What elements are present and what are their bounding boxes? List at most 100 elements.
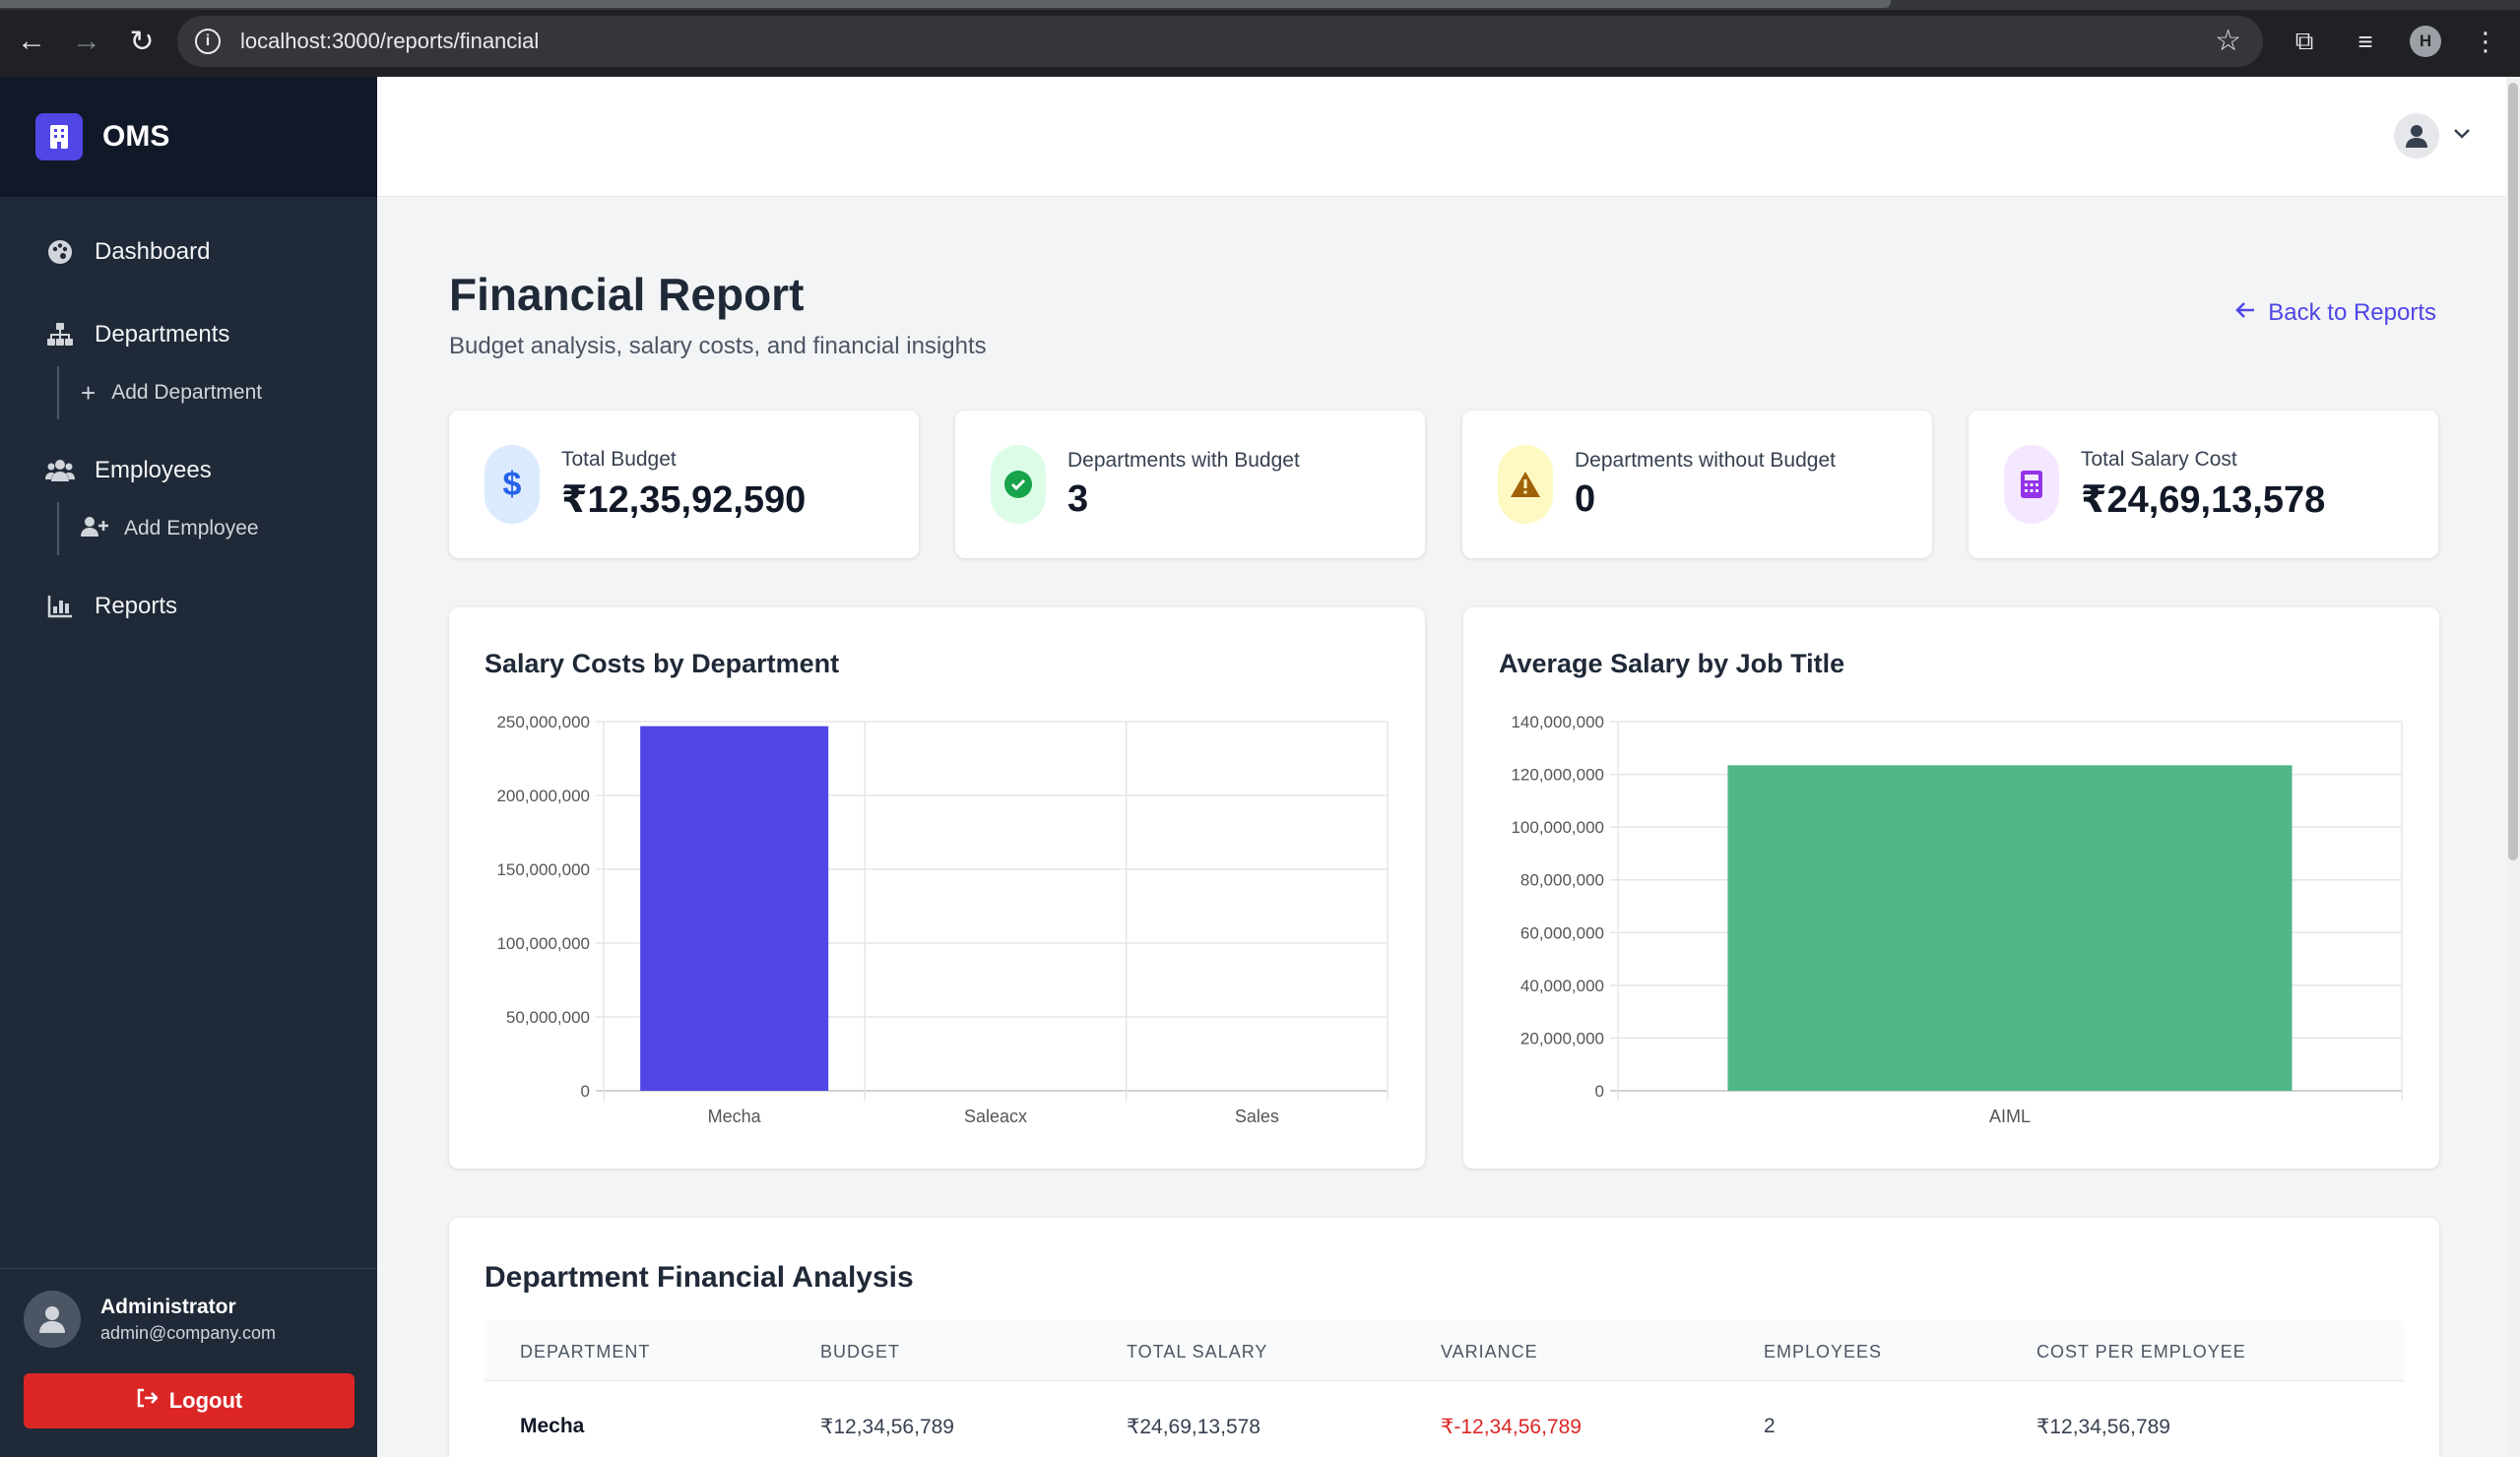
stat-label: Departments with Budget [1067, 448, 1300, 472]
arrow-left-icon [2234, 299, 2256, 327]
stat-label: Departments without Budget [1575, 448, 1836, 472]
stat-card-departments-without-budget: Departments without Budget 0 [1462, 411, 1932, 558]
sidebar-item-add-employee[interactable]: Add Employee [81, 514, 259, 544]
y-tick-label: 250,000,000 [496, 713, 590, 731]
departments-submenu: + Add Department [57, 366, 377, 419]
calculator-icon [2004, 445, 2059, 524]
browser-chrome: ← → ↻ i localhost:3000/reports/financial… [0, 0, 2520, 77]
sidebar-item-label: Reports [95, 593, 178, 619]
bar-mecha [640, 726, 829, 1091]
sidebar-nav: Dashboard Departments + Add Department E… [0, 197, 377, 634]
chart-card-salary-by-department: Salary Costs by Department 0 50,000,000 10… [449, 607, 1425, 1169]
bar-aiml [1727, 765, 2293, 1091]
y-tick-label: 140,000,000 [1511, 713, 1604, 731]
stat-card-total-salary-cost: Total Salary Cost ₹24,69,13,578 [1969, 411, 2438, 558]
sidebar-item-dashboard[interactable]: Dashboard [0, 224, 377, 280]
table-title: Department Financial Analysis [485, 1261, 914, 1294]
cell-total-salary: ₹24,69,13,578 [1127, 1416, 1260, 1438]
forward-arrow-icon[interactable]: → [59, 14, 114, 69]
user-panel: Administrator admin@company.com Logout [0, 1268, 377, 1457]
stat-card-total-budget: $ Total Budget ₹12,35,92,590 [449, 411, 919, 558]
page-scrollbar[interactable] [2506, 77, 2520, 1457]
stat-value: 3 [1067, 477, 1089, 520]
sitemap-icon [45, 320, 75, 349]
back-link-label: Back to Reports [2268, 299, 2436, 326]
column-header[interactable]: EMPLOYEES [1764, 1342, 1882, 1362]
check-circle-icon [991, 445, 1046, 524]
stat-value: ₹24,69,13,578 [2081, 478, 2326, 521]
logout-button[interactable]: Logout [24, 1373, 355, 1428]
cell-employees: 2 [1764, 1415, 1776, 1437]
plus-icon: + [81, 377, 97, 408]
stat-value: ₹12,35,92,590 [561, 478, 807, 521]
cell-variance: ₹-12,34,56,789 [1441, 1416, 1582, 1438]
stat-label: Total Budget [561, 447, 677, 471]
menu-kebab-icon[interactable]: ⋮ [2469, 27, 2502, 57]
sidebar-item-departments[interactable]: Departments [0, 307, 377, 362]
sidebar-item-reports[interactable]: Reports [0, 579, 377, 634]
chevron-down-icon [2453, 127, 2471, 145]
building-icon [35, 113, 83, 160]
chart-card-average-salary-by-job: Average Salary by Job Title 0 20,000,000 4… [1463, 607, 2439, 1169]
column-header[interactable]: BUDGET [820, 1342, 900, 1362]
x-tick-label: Mecha [708, 1107, 762, 1126]
y-tick-label: 100,000,000 [496, 934, 590, 953]
table-row[interactable]: Mecha ₹12,34,56,789 ₹24,69,13,578 ₹-12,3… [485, 1381, 2404, 1457]
tab-strip [0, 0, 2520, 10]
url-text: localhost:3000/reports/financial [240, 29, 540, 53]
y-tick-label: 80,000,000 [1520, 871, 1604, 890]
column-header[interactable]: COST PER EMPLOYEE [2036, 1342, 2246, 1362]
y-tick-label: 20,000,000 [1520, 1029, 1604, 1047]
y-tick-label: 50,000,000 [506, 1008, 590, 1027]
column-header[interactable]: DEPARTMENT [520, 1342, 650, 1362]
cell-department: Mecha [520, 1415, 585, 1437]
y-tick-label: 0 [1595, 1082, 1604, 1101]
chart-icon [45, 592, 75, 621]
bookmark-star-icon[interactable]: ☆ [2215, 24, 2241, 58]
users-icon [45, 456, 75, 485]
warning-icon [1498, 445, 1553, 524]
x-tick-label: Saleacx [964, 1107, 1027, 1126]
user-plus-icon [81, 514, 108, 544]
employees-submenu: Add Employee [57, 502, 377, 555]
address-bar[interactable]: i localhost:3000/reports/financial ☆ [177, 16, 2263, 67]
stat-card-departments-with-budget: Departments with Budget 3 [955, 411, 1425, 558]
department-financial-analysis-card: Department Financial Analysis DEPARTMENT… [449, 1218, 2439, 1457]
user-avatar-icon [2394, 113, 2439, 158]
brand[interactable]: OMS [0, 77, 377, 197]
y-tick-label: 60,000,000 [1520, 923, 1604, 942]
dollar-icon: $ [485, 445, 540, 524]
y-tick-label: 0 [581, 1082, 590, 1101]
stat-value: 0 [1575, 477, 1596, 520]
table-header: DEPARTMENT BUDGET TOTAL SALARY VARIANCE … [485, 1320, 2404, 1381]
user-menu-button[interactable] [2394, 113, 2471, 158]
brand-name: OMS [102, 120, 170, 153]
sidebar-item-label: Departments [95, 321, 230, 348]
profile-avatar[interactable]: H [2410, 26, 2441, 57]
media-controls-icon[interactable]: ≡ [2349, 27, 2382, 57]
sidebar-item-employees[interactable]: Employees [0, 443, 377, 498]
back-arrow-icon[interactable]: ← [4, 14, 59, 69]
cell-budget: ₹12,34,56,789 [820, 1416, 954, 1438]
column-header[interactable]: TOTAL SALARY [1127, 1342, 1267, 1362]
y-tick-label: 200,000,000 [496, 787, 590, 805]
page-title: Financial Report [449, 269, 805, 320]
extensions-icon[interactable]: ⧉ [2288, 26, 2321, 57]
sidebar-item-label: Add Department [111, 381, 263, 404]
palette-icon [45, 237, 75, 267]
x-tick-label: AIML [1989, 1107, 2031, 1126]
stat-label: Total Salary Cost [2081, 447, 2237, 471]
sidebar-item-add-department[interactable]: + Add Department [81, 378, 262, 409]
browser-toolbar: ← → ↻ i localhost:3000/reports/financial… [0, 12, 2520, 71]
reload-icon[interactable]: ↻ [114, 14, 169, 69]
y-tick-label: 150,000,000 [496, 860, 590, 879]
column-header[interactable]: VARIANCE [1441, 1342, 1538, 1362]
sidebar: OMS Dashboard Departments + Add Departme… [0, 77, 377, 1457]
site-info-icon[interactable]: i [195, 29, 221, 54]
sidebar-item-label: Add Employee [124, 517, 259, 539]
back-to-reports-link[interactable]: Back to Reports [2234, 299, 2436, 327]
page-subtitle: Budget analysis, salary costs, and finan… [449, 333, 987, 359]
salary-by-department-chart: 0 50,000,000 100,000,000 150,000,000 200,000… [496, 713, 1389, 1126]
sidebar-item-label: Employees [95, 457, 212, 483]
sidebar-item-label: Dashboard [95, 238, 211, 265]
